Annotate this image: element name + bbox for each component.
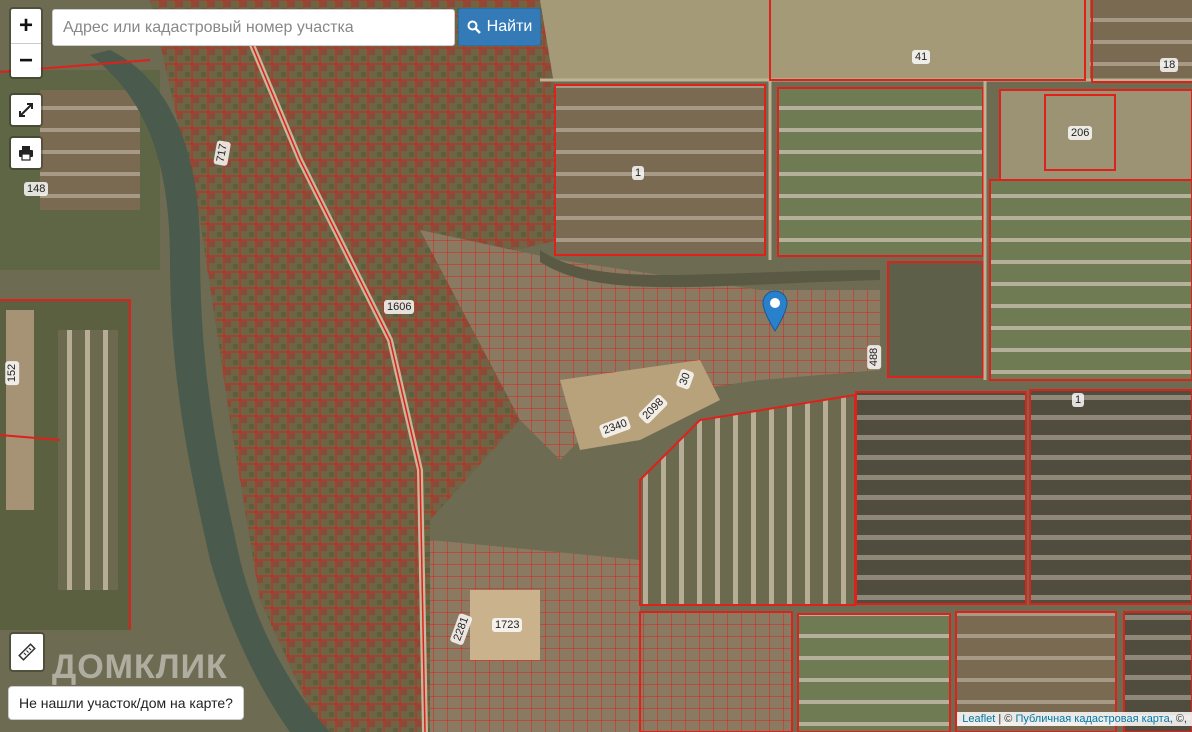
expand-icon (11, 95, 41, 125)
zoom-in-button[interactable]: + (11, 9, 41, 44)
zoom-control: + − (9, 7, 43, 79)
search-input[interactable] (52, 9, 455, 46)
attribution: Leaflet | © Публичная кадастровая карта,… (957, 712, 1192, 726)
leaflet-link[interactable]: Leaflet (962, 713, 995, 725)
attribution-suffix: , ©, (1169, 713, 1187, 725)
parcel-label[interactable]: 152 (5, 360, 20, 386)
zoom-out-button[interactable]: − (11, 44, 41, 78)
parcel-label[interactable]: 1 (632, 166, 645, 180)
printer-icon (11, 138, 41, 168)
parcel-label[interactable]: 18 (1160, 58, 1179, 72)
measure-button[interactable] (9, 632, 45, 672)
location-marker-icon[interactable] (762, 290, 788, 332)
satellite-base-layer (0, 0, 1192, 732)
ruler-icon (11, 634, 43, 670)
attribution-separator: | © (995, 713, 1016, 725)
cadastral-map-link[interactable]: Публичная кадастровая карта (1015, 713, 1169, 725)
parcel-label[interactable]: 206 (1068, 126, 1093, 140)
search-icon (467, 20, 481, 34)
parcel-label[interactable]: 1606 (384, 300, 415, 314)
parcel-label[interactable]: 41 (912, 50, 931, 64)
not-found-button[interactable]: Не нашли участок/дом на карте? (8, 686, 244, 720)
search-button-label: Найти (486, 18, 533, 35)
fullscreen-button[interactable] (9, 93, 43, 127)
print-button[interactable] (9, 136, 43, 170)
search-button[interactable]: Найти (458, 8, 541, 46)
parcel-label[interactable]: 488 (867, 344, 882, 370)
cadastral-map[interactable]: 41 18 206 1 148 717 1606 488 1 30 2098 2… (0, 0, 1192, 732)
parcel-label[interactable]: 1 (1072, 393, 1085, 407)
parcel-label[interactable]: 1723 (492, 618, 523, 632)
domclick-watermark: ДОМКЛИК (52, 648, 228, 686)
parcel-label[interactable]: 148 (24, 182, 49, 196)
